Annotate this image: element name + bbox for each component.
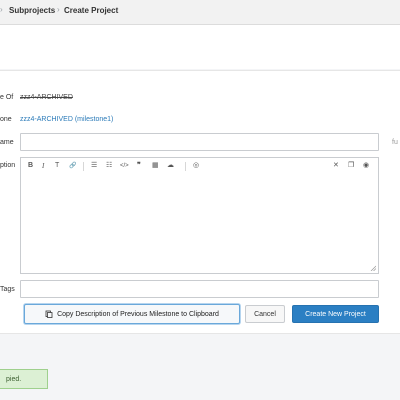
- table-icon[interactable]: ▦: [152, 161, 159, 171]
- previous-milestone-label: e Of: [0, 94, 14, 101]
- bold-icon[interactable]: B: [28, 161, 33, 171]
- toast-text: pied.: [6, 375, 22, 383]
- toolbar-divider: [83, 162, 84, 171]
- page-header-area: [0, 25, 400, 69]
- tags-label: Tags: [0, 286, 15, 293]
- copy-description-button[interactable]: Copy Description of Previous Milestone t…: [24, 304, 240, 324]
- cloud-upload-icon[interactable]: ☁: [167, 161, 174, 171]
- resize-handle-icon[interactable]: [370, 265, 376, 271]
- text-format-icon[interactable]: T: [55, 161, 59, 171]
- copy-description-label: Copy Description of Previous Milestone t…: [57, 310, 219, 318]
- quote-icon[interactable]: ❞: [137, 161, 141, 171]
- fullscreen-icon[interactable]: ✕: [333, 161, 339, 171]
- clipboard-icon: [45, 310, 53, 318]
- success-toast: pied.: [0, 369, 48, 389]
- bulleted-list-icon[interactable]: ☰: [91, 161, 97, 171]
- editor-toolbar: B I T 🔗 ☰ ☷ </> ❞ ▦ ☁ ◎ ✕ ❐ ◉: [20, 157, 379, 175]
- name-label: ame: [0, 139, 14, 146]
- copy-icon[interactable]: ❐: [348, 161, 354, 171]
- description-editor[interactable]: [20, 174, 379, 274]
- chevron-right-icon: ›: [57, 5, 60, 14]
- link-icon[interactable]: 🔗: [69, 161, 76, 171]
- truncated-help-text: fu: [392, 139, 398, 146]
- breadcrumb-create-project: Create Project: [64, 6, 119, 15]
- chevron-right-icon: ›: [0, 5, 3, 14]
- create-project-button[interactable]: Create New Project: [292, 305, 379, 323]
- breadcrumb-subprojects[interactable]: Subprojects: [9, 6, 55, 15]
- toolbar-divider: [185, 162, 186, 171]
- tags-input[interactable]: [20, 280, 379, 298]
- milestone-link[interactable]: zzz4-ARCHIVED (milestone1): [20, 116, 113, 123]
- cancel-label: Cancel: [254, 310, 276, 318]
- previous-project-value: zzz4-ARCHIVED: [20, 94, 73, 101]
- breadcrumb: › Subprojects › Create Project: [0, 0, 400, 25]
- help-icon[interactable]: ◎: [193, 161, 199, 171]
- italic-icon[interactable]: I: [42, 161, 44, 171]
- code-icon[interactable]: </>: [120, 161, 129, 171]
- numbered-list-icon[interactable]: ☷: [106, 161, 112, 171]
- preview-icon[interactable]: ◉: [363, 161, 369, 171]
- milestone-label: one: [0, 116, 12, 123]
- project-name-input[interactable]: [20, 133, 379, 151]
- description-label: ption: [0, 162, 16, 169]
- cancel-button[interactable]: Cancel: [245, 305, 285, 323]
- create-project-label: Create New Project: [305, 310, 366, 318]
